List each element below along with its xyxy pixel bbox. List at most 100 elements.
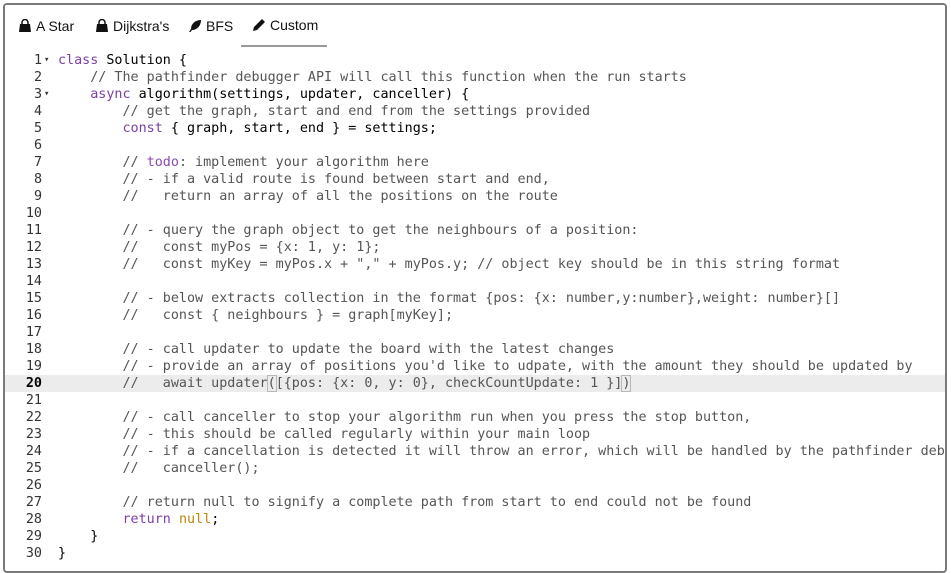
line-number: 6 — [33, 138, 42, 153]
code-line[interactable]: 20 // await updater([{pos: {x: 0, y: 0},… — [5, 375, 945, 392]
code-line[interactable]: 14 — [5, 273, 945, 290]
line-number: 16 — [25, 308, 42, 323]
line-number: 29 — [25, 529, 42, 544]
line-number: 19 — [25, 359, 42, 374]
line-number: 13 — [25, 257, 42, 272]
code-line[interactable]: 16 // const { neighbours } = graph[myKey… — [5, 307, 945, 324]
code-line[interactable]: 21 — [5, 392, 945, 409]
code-text: const { graph, start, end } = settings; — [122, 121, 437, 136]
line-number: 3 — [33, 87, 42, 102]
pencil-icon — [251, 17, 267, 33]
fold-toggle-icon[interactable]: ▾ — [44, 52, 54, 69]
line-number: 5 — [33, 121, 42, 136]
tab-dijkstras[interactable]: Dijkstra's — [94, 5, 169, 47]
line-number: 4 — [33, 104, 42, 119]
code-line[interactable]: 9 // return an array of all the position… — [5, 188, 945, 205]
code-text: } — [58, 529, 99, 544]
code-text: // - call updater to update the board wi… — [122, 342, 615, 357]
code-text: // canceller(); — [122, 461, 260, 476]
code-text: // - below extracts collection in the fo… — [122, 291, 841, 306]
line-number: 2 — [33, 70, 42, 85]
code-text: // - query the graph object to get the n… — [122, 223, 639, 238]
code-text: // const myPos = {x: 1, y: 1}; — [122, 240, 381, 255]
code-text: class Solution { — [58, 53, 187, 68]
line-number: 23 — [25, 427, 42, 442]
code-text: // return an array of all the positions … — [122, 189, 558, 204]
tab-label: Dijkstra's — [113, 18, 170, 34]
line-number: 22 — [25, 410, 42, 425]
tab-label: Custom — [270, 17, 319, 33]
tab-bfs[interactable]: BFS — [187, 5, 233, 47]
code-editor[interactable]: 1 ▾ class Solution {2 // The pathfinder de… — [5, 50, 945, 570]
code-line[interactable]: 10 — [5, 205, 945, 222]
line-number: 1 — [33, 53, 42, 68]
code-line[interactable]: 24 // - if a cancellation is detected it… — [5, 443, 945, 460]
code-line[interactable]: 23 // - this should be called regularly … — [5, 426, 945, 443]
line-number: 15 — [25, 291, 42, 306]
code-text: // const myKey = myPos.x + "," + myPos.y… — [122, 257, 841, 272]
bag-icon — [17, 18, 33, 34]
code-line[interactable]: 27 // return null to signify a complete … — [5, 494, 945, 511]
editor-panel: A Star Dijkstra's BFS Custom 1 ▾ class Sol… — [3, 3, 947, 573]
code-line[interactable]: 7 // todo: implement your algorithm here — [5, 154, 945, 171]
code-text: return null; — [122, 512, 220, 527]
code-text: // - call canceller to stop your algorit… — [122, 410, 752, 425]
code-text: // The pathfinder debugger API will call… — [90, 70, 687, 85]
code-text: } — [58, 546, 67, 561]
code-text: // await updater([{pos: {x: 0, y: 0}, ch… — [122, 375, 632, 392]
line-number: 21 — [25, 393, 42, 408]
code-line[interactable]: 11 // - query the graph object to get th… — [5, 222, 945, 239]
tab-a-star[interactable]: A Star — [17, 5, 74, 47]
line-number: 12 — [25, 240, 42, 255]
code-line[interactable]: 13 // const myKey = myPos.x + "," + myPo… — [5, 256, 945, 273]
code-line[interactable]: 18 // - call updater to update the board… — [5, 341, 945, 358]
code-text: // - if a cancellation is detected it wi… — [122, 444, 947, 459]
code-text: // get the graph, start and end from the… — [122, 104, 591, 119]
line-number: 24 — [25, 444, 42, 459]
code-line[interactable]: 19 // - provide an array of positions yo… — [5, 358, 945, 375]
code-line[interactable]: 17 — [5, 324, 945, 341]
line-number: 25 — [25, 461, 42, 476]
code-line[interactable]: 29 } — [5, 528, 945, 545]
code-line[interactable]: 8 // - if a valid route is found between… — [5, 171, 945, 188]
code-line[interactable]: 4 // get the graph, start and end from t… — [5, 103, 945, 120]
bag-icon — [94, 18, 110, 34]
code-line[interactable]: 5 const { graph, start, end } = settings… — [5, 120, 945, 137]
line-number: 9 — [33, 189, 42, 204]
code-line[interactable]: 22 // - call canceller to stop your algo… — [5, 409, 945, 426]
code-text: // const { neighbours } = graph[myKey]; — [122, 308, 454, 323]
line-number: 20 — [25, 376, 42, 391]
text-cursor — [630, 375, 632, 391]
line-number: 30 — [25, 546, 42, 561]
line-number: 18 — [25, 342, 42, 357]
code-text: // return null to signify a complete pat… — [122, 495, 752, 510]
tab-label: BFS — [206, 18, 234, 34]
fold-toggle-icon[interactable]: ▾ — [44, 86, 54, 103]
line-number: 27 — [25, 495, 42, 510]
code-line[interactable]: 3 ▾ async algorithm(settings, updater, ca… — [5, 86, 945, 103]
code-line[interactable]: 26 — [5, 477, 945, 494]
tab-label: A Star — [36, 18, 75, 34]
line-number: 7 — [33, 155, 42, 170]
code-line[interactable]: 25 // canceller(); — [5, 460, 945, 477]
code-line[interactable]: 1 ▾ class Solution { — [5, 52, 945, 69]
code-line[interactable]: 12 // const myPos = {x: 1, y: 1}; — [5, 239, 945, 256]
code-text: async algorithm(settings, updater, cance… — [90, 87, 470, 102]
tab-custom[interactable]: Custom — [241, 5, 327, 47]
code-line[interactable]: 15 // - below extracts collection in the… — [5, 290, 945, 307]
code-line[interactable]: 6 — [5, 137, 945, 154]
code-text: // - provide an array of positions you'd… — [122, 359, 913, 374]
code-line[interactable]: 28 return null; — [5, 511, 945, 528]
code-text: // - this should be called regularly wit… — [122, 427, 591, 442]
code-line[interactable]: 30} — [5, 545, 945, 562]
line-number: 26 — [25, 478, 42, 493]
code-text: // todo: implement your algorithm here — [122, 155, 429, 170]
line-number: 8 — [33, 172, 42, 187]
line-number: 17 — [25, 325, 42, 340]
feather-icon — [187, 18, 203, 34]
algorithm-tabs: A Star Dijkstra's BFS Custom — [5, 5, 945, 47]
code-line[interactable]: 2 // The pathfinder debugger API will ca… — [5, 69, 945, 86]
line-number: 14 — [25, 274, 42, 289]
line-number: 11 — [25, 223, 42, 238]
line-number: 10 — [25, 206, 42, 221]
